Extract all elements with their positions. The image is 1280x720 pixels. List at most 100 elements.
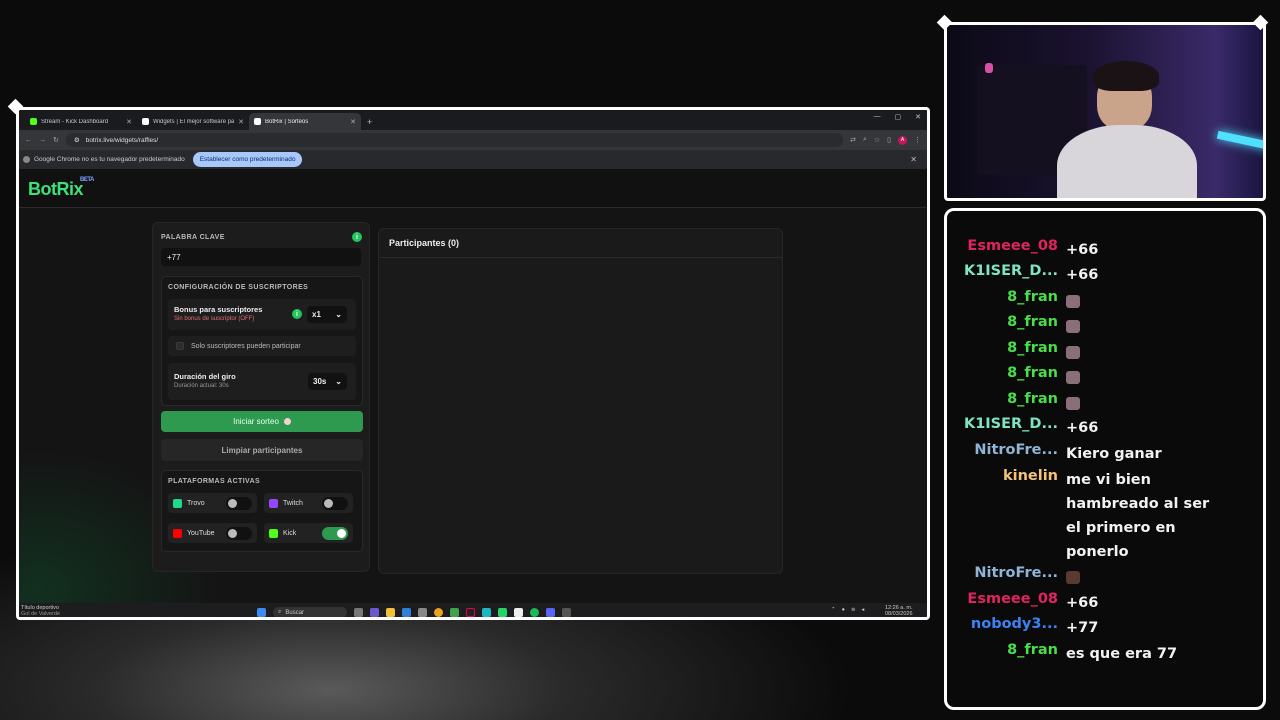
notepad-icon[interactable] — [514, 608, 523, 617]
chat-username: NitroFre... — [974, 442, 1058, 458]
copilot-icon[interactable] — [370, 608, 379, 617]
chat-text: +66 — [1066, 267, 1099, 283]
chat-message: nobody3... +77 — [957, 616, 1226, 640]
cat-emote-icon — [1066, 370, 1080, 384]
app-icon[interactable] — [482, 608, 491, 617]
bonus-multiplier-select[interactable]: x1 ⌄ — [307, 306, 347, 323]
botrix-logo[interactable]: BotRix BETA — [28, 177, 94, 200]
chat-text: +66 — [1066, 242, 1099, 258]
duration-title: Duración del giro — [174, 372, 236, 381]
chat-message: K1ISER_D... +66 — [957, 263, 1226, 287]
chat-text: Kiero ganar — [1066, 446, 1162, 462]
trovo-toggle[interactable] — [226, 496, 252, 510]
close-infobar-icon[interactable]: ✕ — [910, 155, 917, 164]
duration-subtitle: Duración actual: 30s — [174, 383, 229, 389]
clear-participants-button[interactable]: Limpiar participantes — [161, 439, 363, 461]
subs-only-row[interactable]: Solo suscriptores pueden participar — [168, 336, 356, 356]
chat-message: Esmeee_08 +66 — [957, 591, 1226, 615]
menu-dots-icon[interactable]: ⋮ — [914, 136, 921, 144]
tab-widgets[interactable]: Widgets | El mejor software pa ✕ — [137, 113, 249, 130]
reload-icon[interactable]: ↻ — [53, 136, 59, 144]
chat-message: kinelin me vi bien hambreado al ser el pr… — [957, 468, 1216, 564]
task-view-icon[interactable] — [354, 608, 363, 617]
chat-message: 8_fran — [957, 391, 1226, 415]
store-icon[interactable] — [418, 608, 427, 617]
tab-kick-dashboard[interactable]: Stream - Kick Dashboard ✕ — [25, 113, 137, 130]
chat-message: 8_fran — [957, 314, 1226, 338]
tiktok-icon[interactable] — [466, 608, 475, 617]
discord-icon[interactable] — [546, 608, 555, 617]
maximize-icon[interactable]: ▢ — [895, 113, 902, 121]
cat-emote-icon — [1066, 396, 1080, 410]
extensions-icon[interactable]: ▯ — [887, 136, 891, 144]
close-tab-icon[interactable]: ✕ — [238, 118, 244, 126]
participants-card: Participantes (0) — [378, 228, 783, 574]
tab-label: Stream - Kick Dashboard — [41, 118, 109, 125]
keyword-info-icon[interactable]: i — [352, 232, 362, 242]
chevron-down-icon: ⌄ — [335, 310, 342, 319]
obs-icon[interactable] — [562, 608, 571, 617]
tab-botrix-sorteos[interactable]: BotRix | Sorteos ✕ — [249, 113, 361, 130]
kick-toggle[interactable] — [322, 526, 348, 540]
url-bar[interactable]: ⚙ botrix.live/widgets/raffles/ — [65, 133, 844, 147]
cat-emote-icon — [1066, 345, 1080, 359]
back-icon[interactable]: ← — [25, 137, 32, 144]
start-raffle-button[interactable]: Iniciar sorteo — [161, 411, 363, 432]
spotify-icon[interactable] — [530, 608, 539, 617]
volume-icon[interactable]: ◂ — [862, 607, 865, 613]
twitch-toggle[interactable] — [322, 496, 348, 510]
chat-username: 8_fran — [1007, 391, 1058, 407]
xbox-icon[interactable] — [450, 608, 459, 617]
edge-icon[interactable] — [402, 608, 411, 617]
close-window-icon[interactable]: ✕ — [915, 113, 921, 121]
app-header: BotRix BETA — [19, 170, 927, 208]
tab-label: BotRix | Sorteos — [265, 118, 309, 125]
beta-badge: BETA — [80, 177, 94, 183]
platform-trovo: Trovo — [168, 493, 257, 513]
subs-section-title: CONFIGURACIÓN DE SUSCRIPTORES — [168, 284, 309, 291]
chat-text: +66 — [1066, 595, 1099, 611]
platform-twitch: Twitch — [264, 493, 353, 513]
chat-username: 8_fran — [1007, 289, 1058, 305]
platform-name: Twitch — [283, 499, 303, 507]
close-tab-icon[interactable]: ✕ — [350, 118, 356, 126]
weather-widget[interactable]: Título deportivo Gol de Valverde — [21, 605, 60, 617]
platform-name: Kick — [283, 529, 297, 537]
windows-start-icon[interactable] — [257, 608, 266, 617]
clock[interactable]: 12:26 a. m. 08/03/2026 — [885, 605, 913, 617]
bonus-info-icon[interactable]: i — [292, 309, 302, 319]
site-info-icon[interactable]: ⚙ — [74, 136, 80, 144]
youtube-toggle[interactable] — [226, 526, 252, 540]
file-explorer-icon[interactable] — [386, 608, 395, 617]
zoom-icon[interactable]: ⌕ — [863, 136, 867, 144]
infobar-text: Google Chrome no es tu navegador predete… — [34, 156, 185, 163]
chat-message: 8_fran — [957, 365, 1226, 389]
system-tray: ⌃ ● ≋ ◂ — [831, 607, 864, 613]
translate-icon[interactable]: ⇄ — [850, 136, 856, 144]
chat-username: nobody3... — [970, 616, 1058, 632]
duration-select[interactable]: 30s ⌄ — [308, 373, 347, 390]
chat-text: +66 — [1066, 420, 1099, 436]
bookmark-star-icon[interactable]: ☆ — [874, 136, 880, 144]
set-default-button[interactable]: Establecer como predeterminado — [192, 152, 303, 167]
new-tab-button[interactable]: + — [361, 117, 378, 130]
platform-youtube: YouTube — [168, 523, 257, 543]
streamer-hair — [1093, 61, 1159, 91]
mic-icon[interactable]: ● — [842, 607, 845, 613]
chevron-down-icon: ⌄ — [335, 377, 342, 386]
chat-message: 8_fran — [957, 340, 1226, 364]
chrome-taskbar-icon[interactable] — [434, 608, 443, 617]
taskbar-search[interactable]: ⌕ Buscar — [273, 607, 347, 617]
keyword-input[interactable]: +77 — [161, 248, 361, 266]
minimize-icon[interactable]: — — [874, 113, 881, 121]
forward-icon[interactable]: → — [39, 137, 46, 144]
tray-chevron-icon[interactable]: ⌃ — [831, 607, 836, 613]
profile-avatar[interactable]: A — [898, 135, 907, 145]
wifi-icon[interactable]: ≋ — [851, 607, 856, 613]
raffle-settings-card: PALABRA CLAVE i +77 CONFIGURACIÓN DE SUS… — [152, 222, 370, 572]
subs-only-checkbox[interactable] — [176, 342, 184, 350]
whatsapp-icon[interactable] — [498, 608, 507, 617]
cat-emote-icon — [1066, 294, 1080, 308]
webcam-feed — [944, 22, 1266, 201]
close-tab-icon[interactable]: ✕ — [126, 118, 132, 126]
